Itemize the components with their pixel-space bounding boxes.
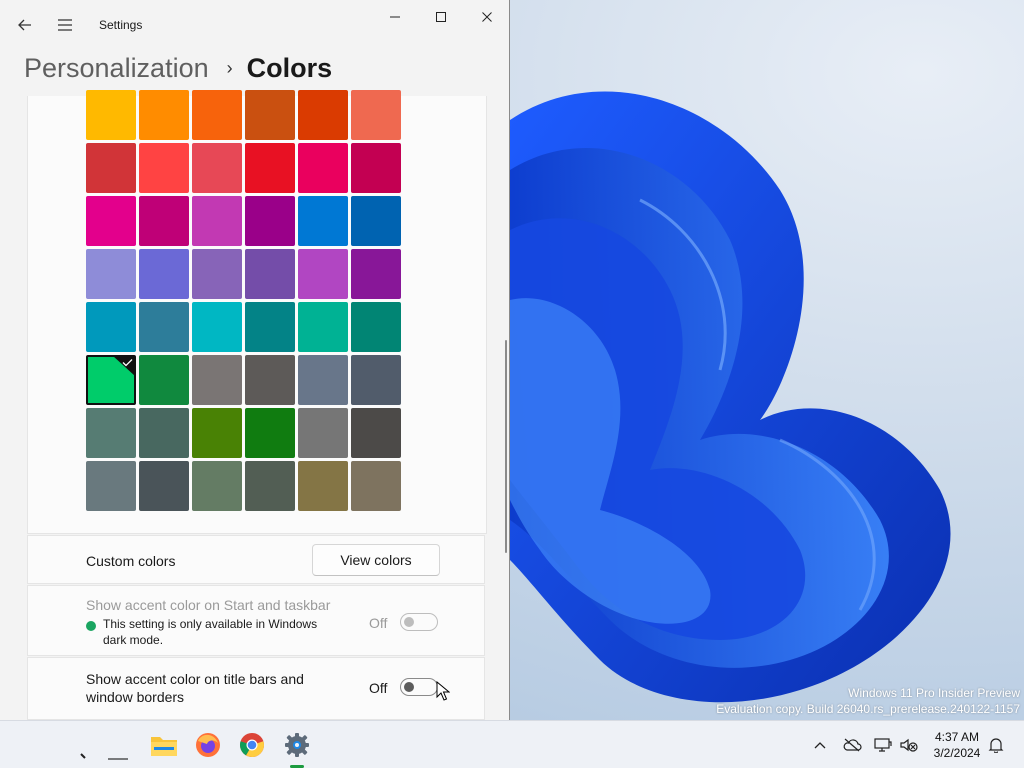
accent-swatch[interactable] <box>245 302 295 352</box>
file-explorer-icon[interactable] <box>148 729 180 761</box>
accent-swatch[interactable] <box>298 143 348 193</box>
accent-swatch[interactable] <box>298 408 348 458</box>
close-button[interactable] <box>464 0 509 34</box>
desktop-separator-icon <box>70 729 102 761</box>
dark-mode-note: This setting is only available in Window… <box>86 616 343 648</box>
minimize-button[interactable] <box>372 0 418 34</box>
accent-swatch[interactable] <box>351 408 401 458</box>
toggle-knob <box>404 617 414 627</box>
hamburger-menu-icon[interactable] <box>48 8 82 42</box>
accent-swatch[interactable] <box>139 143 189 193</box>
accent-titlebar-toggle[interactable] <box>400 678 438 696</box>
speaker-muted-icon[interactable] <box>899 735 919 755</box>
accent-swatch[interactable] <box>139 408 189 458</box>
maximize-button[interactable] <box>418 0 464 34</box>
accent-swatch[interactable] <box>298 90 348 140</box>
task-view-icon[interactable] <box>102 729 134 761</box>
notification-bell-icon[interactable] <box>986 735 1006 755</box>
accent-swatch[interactable] <box>139 355 189 405</box>
show-hidden-icons-chevron-icon[interactable] <box>810 735 830 755</box>
accent-start-state: Off <box>369 615 388 631</box>
accent-swatch[interactable] <box>192 90 242 140</box>
clock-date: 3/2/2024 <box>933 746 981 760</box>
checkmark-icon <box>113 356 135 376</box>
accent-swatch[interactable] <box>192 461 242 511</box>
evaluation-watermark: Windows 11 Pro Insider Preview Evaluatio… <box>716 685 1020 717</box>
accent-titlebar-state: Off <box>369 680 388 696</box>
accent-swatch[interactable] <box>351 355 401 405</box>
network-icon[interactable] <box>873 735 893 755</box>
chrome-icon[interactable] <box>236 729 268 761</box>
accent-swatch[interactable] <box>298 461 348 511</box>
accent-swatch[interactable] <box>351 302 401 352</box>
accent-swatch[interactable] <box>139 302 189 352</box>
accent-swatch[interactable] <box>86 90 136 140</box>
info-icon <box>86 621 96 631</box>
chevron-right-icon: › <box>226 57 233 78</box>
accent-swatch[interactable] <box>139 90 189 140</box>
accent-swatch[interactable] <box>245 355 295 405</box>
accent-swatch[interactable] <box>139 461 189 511</box>
breadcrumb: Personalization › Colors <box>24 48 332 88</box>
accent-swatch[interactable] <box>298 355 348 405</box>
accent-swatch[interactable] <box>245 249 295 299</box>
accent-swatch[interactable] <box>139 249 189 299</box>
accent-swatch[interactable] <box>192 143 242 193</box>
accent-color-grid <box>86 90 402 511</box>
accent-swatch[interactable] <box>245 196 295 246</box>
custom-colors-row: Custom colors View colors <box>27 535 485 584</box>
onedrive-offline-icon[interactable] <box>842 735 862 755</box>
accent-swatch[interactable] <box>86 249 136 299</box>
clock-time: 4:37 AM <box>934 730 980 744</box>
accent-titlebar-label: Show accent color on title bars and wind… <box>86 671 304 705</box>
toggle-knob <box>404 682 414 692</box>
accent-start-taskbar-label: Show accent color on Start and taskbar <box>86 597 331 613</box>
accent-swatch-selected[interactable] <box>86 355 136 405</box>
page-title: Colors <box>246 52 333 83</box>
accent-swatch[interactable] <box>351 90 401 140</box>
accent-swatch[interactable] <box>351 249 401 299</box>
system-clock[interactable]: 4:37 AM 3/2/2024 <box>928 729 986 761</box>
accent-swatch[interactable] <box>298 249 348 299</box>
accent-swatch[interactable] <box>86 302 136 352</box>
accent-swatch[interactable] <box>245 90 295 140</box>
accent-swatch[interactable] <box>351 143 401 193</box>
accent-swatch[interactable] <box>192 355 242 405</box>
app-title: Settings <box>99 18 143 32</box>
accent-titlebar-row: Show accent color on title bars and wind… <box>27 657 485 720</box>
custom-colors-label: Custom colors <box>86 553 176 569</box>
accent-swatch[interactable] <box>192 302 242 352</box>
accent-swatch[interactable] <box>192 408 242 458</box>
accent-swatch[interactable] <box>245 461 295 511</box>
accent-swatch[interactable] <box>86 143 136 193</box>
accent-swatch[interactable] <box>298 302 348 352</box>
breadcrumb-parent-link[interactable]: Personalization <box>24 53 209 84</box>
accent-swatch[interactable] <box>192 249 242 299</box>
accent-swatch[interactable] <box>139 196 189 246</box>
accent-swatch[interactable] <box>351 196 401 246</box>
accent-swatch[interactable] <box>86 408 136 458</box>
accent-swatch[interactable] <box>245 143 295 193</box>
mouse-cursor-icon <box>436 681 450 701</box>
accent-swatch[interactable] <box>86 461 136 511</box>
accent-swatch[interactable] <box>298 196 348 246</box>
accent-swatch[interactable] <box>245 408 295 458</box>
taskbar: 4:37 AM 3/2/2024 <box>0 720 1024 768</box>
view-colors-button[interactable]: View colors <box>312 544 440 576</box>
accent-start-toggle[interactable] <box>400 613 438 631</box>
title-bar: Settings <box>0 0 509 46</box>
firefox-icon[interactable] <box>192 729 224 761</box>
vertical-scrollbar[interactable] <box>505 340 507 553</box>
dark-mode-note-text: This setting is only available in Window… <box>103 617 318 647</box>
back-arrow-icon[interactable] <box>8 8 42 42</box>
accent-swatch[interactable] <box>351 461 401 511</box>
accent-swatch[interactable] <box>86 196 136 246</box>
accent-start-taskbar-row: Show accent color on Start and taskbar T… <box>27 585 485 656</box>
watermark-line-1: Windows 11 Pro Insider Preview <box>848 686 1020 700</box>
settings-window: Settings Personalization › Colors Custom… <box>0 0 510 720</box>
watermark-line-2: Evaluation copy. Build 26040.rs_prerelea… <box>716 702 1020 716</box>
accent-swatch[interactable] <box>192 196 242 246</box>
settings-gear-icon[interactable] <box>281 729 313 761</box>
